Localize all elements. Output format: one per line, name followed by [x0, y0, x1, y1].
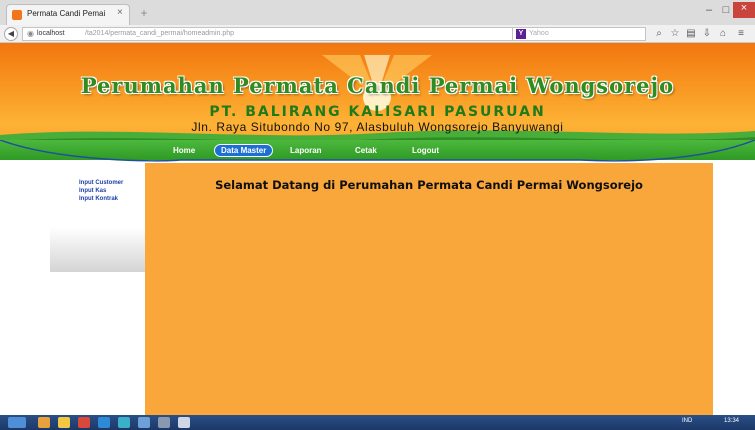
taskbar-clock[interactable]: 13:34 — [724, 418, 739, 424]
search-bar[interactable]: Y Yahoo — [512, 27, 646, 41]
search-icon[interactable]: ⌕ — [652, 27, 666, 41]
company-name: PT. BALIRANG KALISARI PASURUAN — [209, 104, 546, 120]
tab-close-icon[interactable]: × — [117, 7, 123, 18]
search-placeholder: Yahoo — [529, 30, 549, 37]
site-title: Perumahan Permata Candi Permai Wongsorej… — [80, 73, 675, 98]
editor-taskbar-icon[interactable] — [158, 417, 170, 428]
site-header-banner: Perumahan Permata Candi Permai Wongsorej… — [0, 43, 755, 150]
url-host: localhost — [37, 30, 65, 37]
folder-taskbar-icon[interactable] — [58, 417, 70, 428]
favicon-icon — [12, 10, 22, 20]
menu-data-master[interactable]: Data Master — [214, 144, 274, 157]
menu-home[interactable]: Home — [173, 146, 195, 155]
menu-curve-decoration — [0, 140, 755, 162]
menu-cetak[interactable]: Cetak — [355, 146, 377, 155]
sidebar — [50, 172, 145, 272]
browser-navbar: ◀ ◉ localhost /ta2014/permata_candi_perm… — [0, 25, 755, 43]
download-icon[interactable]: ⇩ — [700, 27, 714, 41]
sidebar-link-input-customer[interactable]: Input Customer — [79, 180, 123, 186]
bookmark-star-icon[interactable]: ☆ — [668, 27, 682, 41]
new-tab-button[interactable]: + — [136, 6, 152, 20]
sidebar-link-input-kas[interactable]: Input Kas — [79, 188, 106, 194]
firefox-taskbar-icon[interactable] — [38, 417, 50, 428]
media-taskbar-icon[interactable] — [138, 417, 150, 428]
bookmarks-icon[interactable]: ▤ — [684, 27, 698, 41]
menu-icon[interactable]: ≡ — [734, 27, 748, 41]
app-taskbar-icon[interactable] — [78, 417, 90, 428]
window-taskbar-icon[interactable] — [178, 417, 190, 428]
company-address: Jln. Raya Situbondo No 97, Alasbuluh Won… — [191, 120, 564, 134]
sidebar-link-input-kontrak[interactable]: Input Kontrak — [79, 196, 118, 202]
yahoo-icon: Y — [516, 29, 526, 39]
home-icon[interactable]: ⌂ — [716, 27, 730, 41]
minimize-button[interactable]: – — [700, 4, 718, 18]
url-path: /ta2014/permata_candi_permai/homeadmin.p… — [85, 30, 235, 37]
language-indicator[interactable]: IND — [682, 418, 692, 424]
main-content-panel — [145, 163, 713, 415]
chrome-taskbar-icon[interactable] — [118, 417, 130, 428]
close-window-button[interactable]: × — [733, 2, 755, 18]
explorer-taskbar-icon[interactable] — [98, 417, 110, 428]
browser-tab[interactable]: Permata Candi Pemai × — [6, 4, 130, 25]
back-button[interactable]: ◀ — [4, 27, 18, 41]
address-bar[interactable]: ◉ localhost /ta2014/permata_candi_permai… — [22, 27, 570, 41]
start-button[interactable] — [8, 417, 26, 428]
browser-titlebar: Permata Candi Pemai × + – □ × — [0, 0, 755, 25]
welcome-heading: Selamat Datang di Perumahan Permata Cand… — [215, 178, 643, 192]
menu-logout[interactable]: Logout — [412, 146, 439, 155]
tab-title: Permata Candi Pemai — [27, 9, 106, 18]
os-taskbar — [0, 415, 755, 430]
globe-icon: ◉ — [27, 29, 34, 38]
menu-laporan[interactable]: Laporan — [290, 146, 322, 155]
